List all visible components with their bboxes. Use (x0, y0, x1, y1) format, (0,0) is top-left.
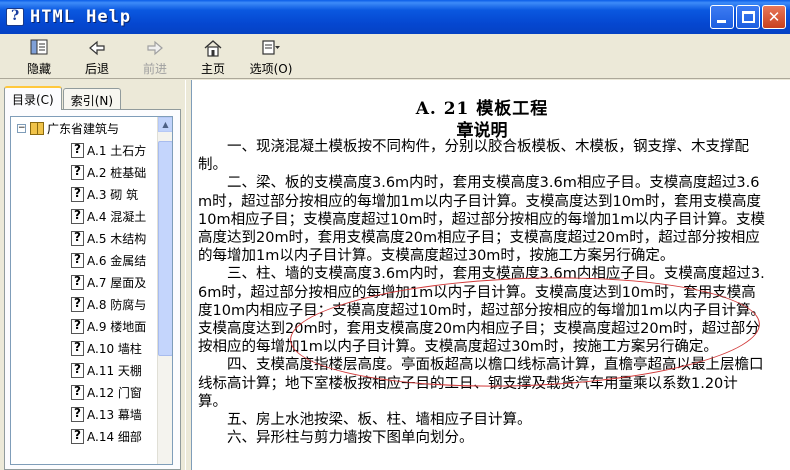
options-label: 选项(O) (249, 62, 293, 76)
help-page-icon (71, 296, 84, 312)
tree-item-label: A.1 土石方 (87, 143, 147, 158)
minimize-button[interactable] (710, 5, 734, 29)
toolbar: 隐藏 后退 前进 主页 选项(O) (0, 34, 790, 79)
tree-item[interactable]: A.8 防腐与 (11, 293, 159, 315)
tree-item[interactable]: A.10 墙柱 (11, 337, 159, 359)
tree-item[interactable]: A.5 木结构 (11, 227, 159, 249)
help-page-icon (71, 142, 84, 158)
tree-item-label: A.4 混凝土 (87, 209, 147, 224)
tree-root[interactable]: − 广东省建筑与 (11, 117, 159, 139)
contents-tree[interactable]: − 广东省建筑与 A.1 土石方 A.2 桩基础 A.3 砌 筑 A.4 混凝土… (10, 116, 173, 465)
minimize-icon (717, 20, 726, 23)
collapse-icon[interactable]: − (17, 123, 26, 133)
help-page-icon (71, 208, 84, 224)
tree-item-label: A.7 屋面及 (87, 275, 147, 290)
forward-label: 前进 (142, 62, 167, 76)
back-label: 后退 (84, 62, 109, 76)
help-page-icon (71, 340, 84, 356)
close-button[interactable]: ✕ (762, 5, 786, 29)
tree-item-label: A.13 幕墙 (87, 407, 142, 422)
content-pane: A. 21 模板工程 章说明 一、现浇混凝土模板按不同构件，分别以胶合板模板、木… (191, 80, 790, 470)
help-app-icon[interactable] (6, 8, 24, 26)
help-page-icon (71, 362, 84, 378)
help-page-icon (71, 230, 84, 246)
tree-item-label: A.9 楼地面 (87, 319, 147, 334)
home-button[interactable]: 主页 (184, 34, 242, 78)
scroll-thumb[interactable] (158, 141, 172, 356)
tree-item[interactable]: A.7 屋面及 (11, 271, 159, 293)
tree-item-label: A.14 细部 (87, 429, 142, 444)
tree-item-label: A.5 木结构 (87, 231, 147, 246)
tree-item-label: A.8 防腐与 (87, 297, 147, 312)
tree-scrollbar[interactable]: ▲ (157, 117, 172, 464)
home-icon (204, 40, 222, 57)
maximize-icon (742, 11, 755, 23)
close-icon: ✕ (767, 8, 781, 26)
tree-item[interactable]: A.11 天棚 (11, 359, 159, 381)
scroll-up-button[interactable]: ▲ (158, 117, 172, 132)
tree-root-label: 广东省建筑与 (47, 121, 120, 136)
help-page-icon (71, 274, 84, 290)
paragraph: 一、现浇混凝土模板按不同构件，分别以胶合板模板、木模板，钢支撑、木支撑配制。 (198, 139, 749, 174)
maximize-button[interactable] (736, 5, 760, 29)
tab-contents[interactable]: 目录(C) (4, 86, 62, 110)
contents-panel: − 广东省建筑与 A.1 土石方 A.2 桩基础 A.3 砌 筑 A.4 混凝土… (4, 109, 181, 470)
help-page-icon (71, 428, 84, 444)
help-page-icon (71, 164, 84, 180)
tab-index[interactable]: 索引(N) (62, 88, 122, 110)
tree-item[interactable]: A.2 桩基础 (11, 161, 159, 183)
tree-item[interactable]: A.14 细部 (11, 425, 159, 447)
help-page-icon (71, 252, 84, 268)
back-arrow-icon (89, 40, 105, 56)
tree-item-label: A.2 桩基础 (87, 165, 147, 180)
paragraph: 二、梁、板的支模高度3.6m内时，套用支模高度3.6m相应子目。支模高度超过3.… (198, 175, 765, 265)
tree-item-label: A.11 天棚 (87, 363, 142, 378)
hide-pane-icon (30, 39, 48, 55)
tree-item-label: A.12 门窗 (87, 385, 142, 400)
help-page-icon (71, 186, 84, 202)
tree-item[interactable]: A.1 土石方 (11, 139, 159, 161)
tree-item[interactable]: A.6 金属结 (11, 249, 159, 271)
window-title: HTML Help (30, 7, 132, 27)
tree-item-label: A.6 金属结 (87, 253, 147, 268)
title-bar[interactable]: HTML Help ✕ (0, 0, 790, 34)
tree-item[interactable]: A.13 幕墙 (11, 403, 159, 425)
tree-item[interactable]: A.4 混凝土 (11, 205, 159, 227)
window-controls: ✕ (710, 5, 786, 29)
scroll-up-icon: ▲ (162, 120, 169, 129)
tree-items: − 广东省建筑与 A.1 土石方 A.2 桩基础 A.3 砌 筑 A.4 混凝土… (11, 117, 159, 447)
tree-item-label: A.10 墙柱 (87, 341, 142, 356)
forward-button[interactable]: 前进 (126, 34, 184, 78)
hide-button[interactable]: 隐藏 (10, 34, 68, 78)
help-page-icon (71, 384, 84, 400)
options-button[interactable]: 选项(O) (242, 34, 300, 78)
tree-item[interactable]: A.9 楼地面 (11, 315, 159, 337)
paragraph: 五、房上水池按梁、板、柱、墙相应子目计算。 (227, 412, 532, 429)
hide-label: 隐藏 (26, 62, 51, 76)
forward-arrow-icon (147, 40, 163, 56)
navigation-pane: 目录(C) 索引(N) − 广东省建筑与 A.1 土石方 A.2 桩基础 A.3… (0, 80, 185, 470)
help-page-icon (71, 318, 84, 334)
home-label: 主页 (200, 62, 225, 76)
tree-item[interactable]: A.3 砌 筑 (11, 183, 159, 205)
back-button[interactable]: 后退 (68, 34, 126, 78)
options-icon (262, 40, 280, 55)
paragraph: 六、异形柱与剪力墙按下图单向划分。 (227, 430, 474, 447)
tree-item[interactable]: A.12 门窗 (11, 381, 159, 403)
help-page-icon (71, 406, 84, 422)
open-book-icon (30, 121, 44, 135)
tree-item-label: A.3 砌 筑 (87, 187, 139, 202)
nav-tabs: 目录(C) 索引(N) (4, 86, 122, 110)
